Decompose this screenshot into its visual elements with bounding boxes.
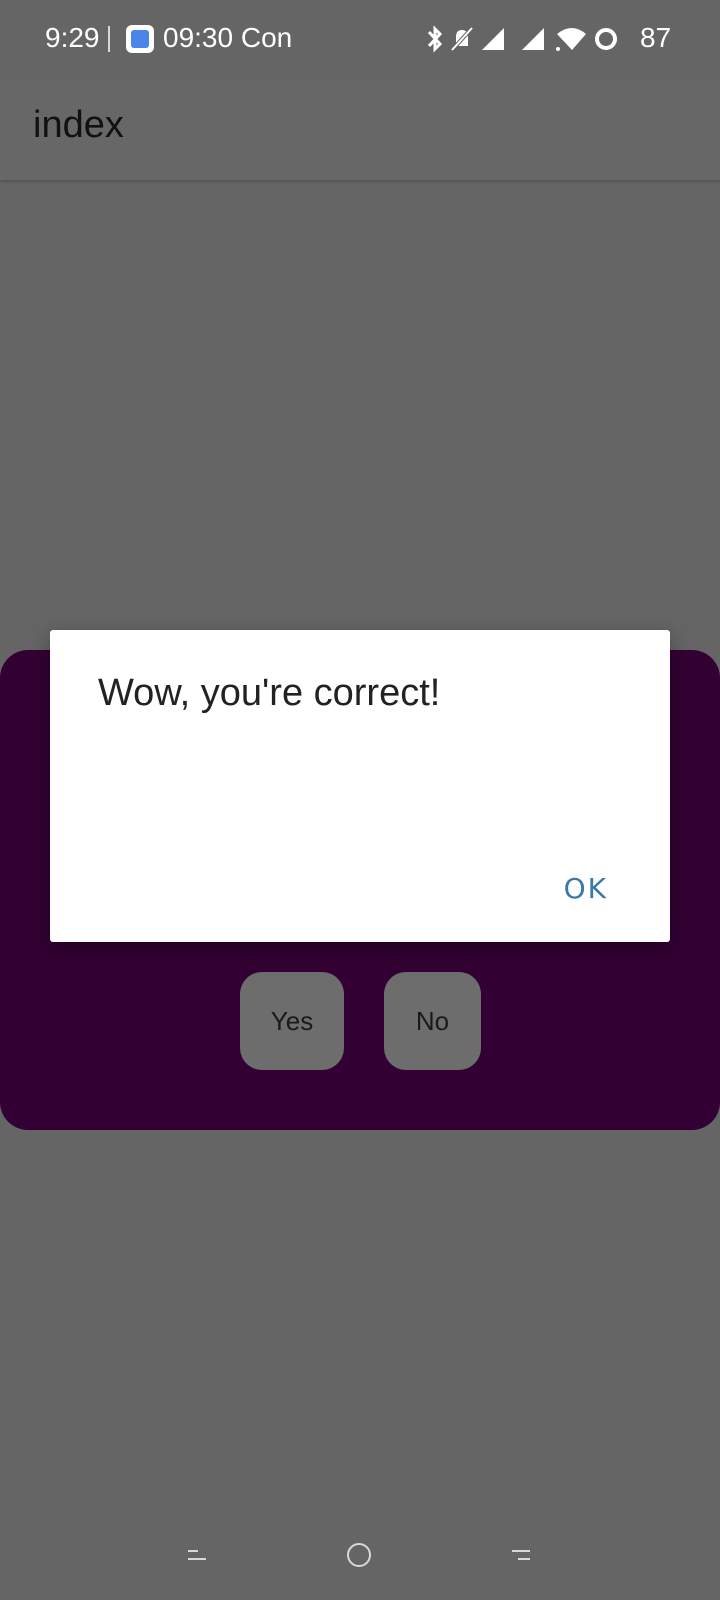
back-icon-line-1	[188, 1550, 198, 1552]
back-button[interactable]	[188, 1550, 208, 1562]
recents-button[interactable]	[512, 1550, 532, 1562]
notification-preview: 09:30 Con	[163, 22, 293, 54]
navigation-bar	[0, 1510, 720, 1600]
status-time: 9:29	[45, 22, 100, 53]
back-icon-line-2	[188, 1558, 206, 1560]
dialog-message: Wow, you're correct!	[98, 672, 441, 714]
calendar-app-icon	[126, 25, 154, 53]
app-bar: index	[0, 80, 720, 180]
recents-icon-line-2	[518, 1558, 530, 1560]
notification-text: Con	[240, 22, 293, 53]
battery-ring-icon	[595, 28, 617, 50]
ok-button[interactable]: OK	[564, 872, 608, 905]
signal-2-icon	[522, 28, 544, 50]
status-divider	[108, 26, 110, 52]
bluetooth-icon	[427, 25, 443, 53]
signal-1-icon	[482, 28, 504, 50]
wifi-icon	[556, 28, 586, 51]
mute-icon	[450, 26, 474, 52]
yes-button[interactable]: Yes	[240, 972, 344, 1070]
alert-dialog: Wow, you're correct! OK	[50, 630, 670, 942]
no-button[interactable]: No	[384, 972, 481, 1070]
notification-time: 09:30	[163, 22, 234, 53]
battery-level: 87	[640, 22, 672, 53]
home-button[interactable]	[347, 1543, 371, 1567]
recents-icon-line-1	[512, 1550, 530, 1552]
page-title: index	[33, 104, 124, 146]
status-bar: 9:29 09:30 Con 87	[0, 0, 720, 80]
